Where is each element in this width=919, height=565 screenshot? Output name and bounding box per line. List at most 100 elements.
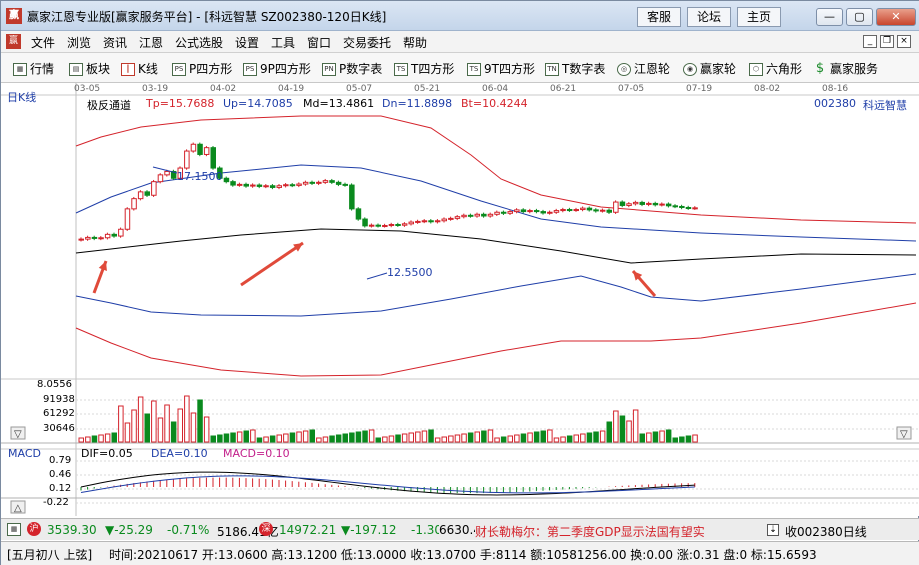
volume-bar <box>626 420 632 443</box>
candle-body <box>593 209 599 212</box>
date-tick: 08-16 <box>822 84 849 94</box>
kline-chart[interactable]: ▽ △ ▽ <box>1 83 919 516</box>
menu-news[interactable]: 资讯 <box>103 34 127 51</box>
candle-body <box>78 238 84 241</box>
toolbar-p-square-button[interactable]: PS P四方形 <box>172 60 232 77</box>
toolbar-gann-wheel-button[interactable]: ◎ 江恩轮 <box>617 60 670 77</box>
svg-text:△: △ <box>14 503 22 514</box>
news-ticker[interactable]: 财长勒梅尔：第二季度GDP显示法国有望实 <box>475 523 753 540</box>
candle-body <box>434 220 441 223</box>
sh-index-pct: -0.71% <box>167 523 210 537</box>
mdi-minimize-button[interactable]: _ <box>863 35 877 48</box>
candle-body <box>283 184 289 187</box>
toolbar-winner-wheel-button[interactable]: ◉ 赢家轮 <box>683 60 736 77</box>
volume-bar <box>375 437 381 443</box>
menu-gann[interactable]: 江恩 <box>139 34 163 51</box>
toolbar-kline-button[interactable]: ┃ K线 <box>121 60 158 77</box>
candle-body <box>494 211 500 215</box>
volume-bar <box>78 437 84 443</box>
toolbar-quotes-button[interactable]: ▦ 行情 <box>13 60 54 77</box>
volume-bar <box>415 431 421 443</box>
home-link[interactable]: 主页 <box>737 7 781 27</box>
volume-bar <box>236 431 243 443</box>
close-button[interactable]: ✕ <box>876 8 916 26</box>
candle-body <box>454 216 461 219</box>
volume-bar <box>514 434 520 443</box>
volume-bar <box>434 437 441 443</box>
toolbar-p-table-button[interactable]: PN P数字表 <box>322 60 382 77</box>
volume-bar <box>144 413 150 443</box>
candle-body <box>527 210 533 213</box>
volume-tick-3: 30646 <box>43 423 75 434</box>
volume-bar <box>276 434 282 443</box>
toolbar-t-square-button[interactable]: TS T四方形 <box>394 60 454 77</box>
volume-bar <box>580 433 586 443</box>
menu-settings[interactable]: 设置 <box>235 34 259 51</box>
dollar-icon: $ <box>815 61 825 76</box>
high-annotation: 17.1500 <box>177 170 223 183</box>
candle-body <box>692 207 698 210</box>
candle-body <box>665 203 672 207</box>
maximize-button[interactable]: ▢ <box>846 8 873 26</box>
candle-body <box>448 217 454 220</box>
volume-bar <box>283 433 289 443</box>
toolbar-9p-square-button[interactable]: PS 9P四方形 <box>243 60 311 77</box>
shenzhen-index-icon: 深 <box>259 522 273 536</box>
menu-tools[interactable]: 工具 <box>271 34 295 51</box>
candle-body <box>223 177 230 183</box>
volume-bar <box>223 433 230 443</box>
date-tick: 05-21 <box>414 84 441 94</box>
mdi-close-button[interactable]: × <box>897 35 911 48</box>
volume-bar <box>560 436 566 443</box>
candle-body <box>659 203 665 206</box>
candle-body <box>382 225 388 228</box>
menu-logo-icon: 赢 <box>6 34 21 49</box>
candle-body <box>560 209 566 212</box>
candle-body <box>573 209 579 212</box>
volume-bar <box>309 429 315 443</box>
candle-body <box>269 185 276 188</box>
volume-bar <box>454 434 461 443</box>
param-dn: Dn=11.8898 <box>382 97 453 110</box>
minimize-button[interactable]: — <box>816 8 843 26</box>
sh-index-value: 3539.30 <box>47 523 97 537</box>
status-bar: ▦ 沪 3539.30 ▼-25.29 -0.71% 5186.41亿 深 14… <box>1 518 919 540</box>
volume-bar <box>494 437 500 443</box>
candle-body <box>111 233 117 237</box>
tn-icon: TN <box>545 63 559 76</box>
candle-body <box>553 210 560 213</box>
candle-body <box>461 214 467 218</box>
macd-title: MACD <box>8 447 41 460</box>
menu-formula[interactable]: 公式选股 <box>175 34 223 51</box>
toolbar-9t-square-button[interactable]: TS 9T四方形 <box>467 60 535 77</box>
toolbar-t-table-button[interactable]: TN T数字表 <box>545 60 605 77</box>
param-md: Md=13.4861 <box>303 97 375 110</box>
service-link[interactable]: 客服 <box>637 7 681 27</box>
menu-file[interactable]: 文件 <box>31 34 55 51</box>
candle-body <box>375 224 381 227</box>
menu-help[interactable]: 帮助 <box>403 34 427 51</box>
volume-bar <box>672 437 678 443</box>
volume-bar <box>659 430 665 443</box>
volume-bar <box>639 433 645 443</box>
toolbar-sector-button[interactable]: ▤ 板块 <box>69 60 110 77</box>
candle-body <box>309 181 315 184</box>
candle-body <box>395 224 401 226</box>
ps-icon: PS <box>172 63 186 76</box>
mdi-restore-button[interactable]: ❐ <box>880 35 894 48</box>
toolbar-hexagon-button[interactable]: ⬡ 六角形 <box>749 60 802 77</box>
candle-body <box>500 211 507 214</box>
menu-browse[interactable]: 浏览 <box>67 34 91 51</box>
volume-bar <box>335 434 342 443</box>
volume-bar <box>566 435 573 443</box>
menu-window[interactable]: 窗口 <box>307 34 331 51</box>
candle-body <box>91 236 98 239</box>
macd-tick-4: -0.22 <box>43 497 69 508</box>
volume-bar <box>355 431 362 443</box>
forum-link[interactable]: 论坛 <box>687 7 731 27</box>
macd-dif: DIF=0.05 <box>81 447 133 460</box>
candle-body <box>481 213 487 217</box>
menu-trade[interactable]: 交易委托 <box>343 34 391 51</box>
kline-icon: ┃ <box>121 63 135 76</box>
toolbar-service-button[interactable]: $ 赢家服务 <box>813 60 878 77</box>
